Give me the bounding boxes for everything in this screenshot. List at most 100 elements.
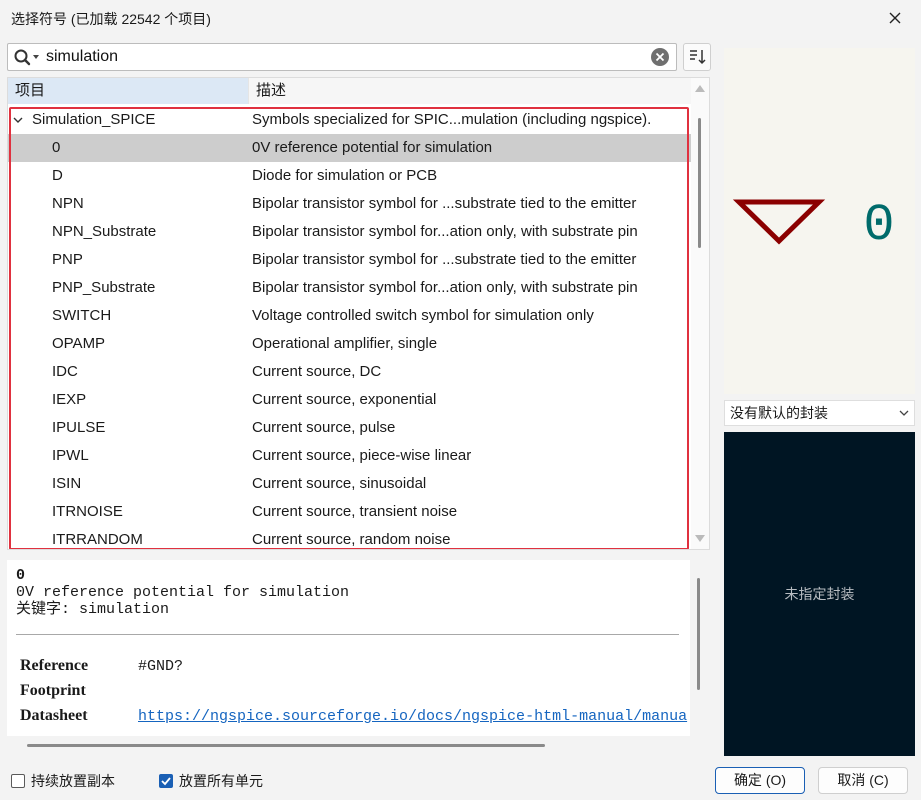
details-panel: 0 0V reference potential for simulation …	[7, 560, 690, 736]
symbol-row[interactable]: IEXP Current source, exponential	[8, 386, 691, 414]
symbol-row[interactable]: OPAMP Operational amplifier, single	[8, 330, 691, 358]
ok-button[interactable]: 确定 (O)	[715, 767, 805, 794]
symbol-description: Bipolar transistor symbol for ...substra…	[252, 251, 637, 268]
symbol-description: Current source, DC	[252, 363, 382, 380]
details-hscroll-thumb[interactable]	[27, 744, 545, 747]
symbol-description: Bipolar transistor symbol for ...substra…	[252, 195, 637, 212]
scroll-up-icon[interactable]	[695, 84, 705, 92]
symbol-description: Diode for simulation or PCB	[252, 167, 438, 184]
column-header-description[interactable]: 描述	[248, 78, 691, 104]
footprint-preview: 未指定封装	[724, 432, 915, 756]
chevron-down-icon[interactable]	[12, 114, 24, 126]
symbol-row[interactable]: IPWL Current source, piece-wise linear	[8, 442, 691, 470]
symbol-name: NPN_Substrate	[52, 223, 157, 240]
sort-icon[interactable]	[684, 44, 710, 70]
field-footprint: Footprint	[20, 682, 138, 700]
symbol-description: Bipolar transistor symbol for...ation on…	[252, 223, 638, 240]
datasheet-link[interactable]: https://ngspice.sourceforge.io/docs/ngsp…	[138, 708, 687, 725]
field-label-datasheet: Datasheet	[20, 707, 88, 724]
library-name: Simulation_SPICE	[32, 111, 156, 128]
sort-button[interactable]	[683, 43, 711, 71]
symbol-name: PNP	[52, 251, 83, 268]
symbol-row[interactable]: PNP Bipolar transistor symbol for ...subs…	[8, 246, 691, 274]
symbol-name: PNP_Substrate	[52, 279, 156, 296]
symbol-name: IEXP	[52, 391, 87, 408]
symbol-row[interactable]: NPN Bipolar transistor symbol for ...subs…	[8, 190, 691, 218]
symbol-row[interactable]: D Diode for simulation or PCB	[8, 162, 691, 190]
chevron-down-icon[interactable]	[899, 409, 909, 417]
search-input[interactable]	[46, 46, 636, 68]
symbol-preview: 0	[724, 48, 915, 394]
symbol-description: Current source, random noise	[252, 531, 451, 548]
symbol-description: Current source, sinusoidal	[252, 475, 427, 492]
clear-icon[interactable]	[650, 47, 670, 67]
field-datasheet: Datasheet https://ngspice.sourceforge.io/…	[20, 707, 687, 725]
footprint-select[interactable]: 没有默认的封装	[724, 400, 915, 426]
keep-placing-label: 持续放置副本	[31, 773, 115, 789]
symbol-description: Bipolar transistor symbol for...ation on…	[252, 279, 638, 296]
field-value-reference: #GND?	[138, 658, 184, 675]
symbol-row[interactable]: NPN_Substrate Bipolar transistor symbol f…	[8, 218, 691, 246]
symbol-tree[interactable]: 项目 描述 Simulation_SPICE Symbols specializ…	[7, 77, 710, 550]
symbol-row[interactable]: ISIN Current source, sinusoidal	[8, 470, 691, 498]
symbol-name: 0	[52, 139, 61, 156]
footprint-select-value: 没有默认的封装	[730, 405, 828, 421]
close-button[interactable]	[883, 6, 907, 30]
symbol-row[interactable]: ITRRANDOM Current source, random noise	[8, 526, 691, 549]
symbol-value-text: 0	[863, 196, 894, 255]
symbol-name: D	[52, 167, 63, 184]
clear-search-button[interactable]	[650, 47, 670, 67]
checkmark-icon	[161, 777, 171, 786]
symbol-row[interactable]: PNP_Substrate Bipolar transistor symbol f…	[8, 274, 691, 302]
library-row[interactable]: Simulation_SPICE Symbols specialized for…	[8, 106, 691, 134]
symbol-row[interactable]: IDC Current source, DC	[8, 358, 691, 386]
scroll-down-icon[interactable]	[695, 535, 705, 543]
details-divider	[16, 634, 679, 635]
symbol-name: SWITCH	[52, 307, 112, 324]
tree-scrollbar[interactable]	[691, 78, 709, 549]
symbol-description: Current source, exponential	[252, 391, 437, 408]
checkbox-box[interactable]	[159, 774, 173, 788]
title-bar: 选择符号 (已加载 22542 个项目)	[0, 0, 921, 36]
details-symbol-name: 0	[16, 567, 26, 584]
details-keywords: 关键字: simulation	[16, 601, 170, 618]
symbol-name: NPN	[52, 195, 84, 212]
library-description: Symbols specialized for SPIC...mulation …	[252, 111, 652, 128]
symbol-name: ISIN	[52, 475, 82, 492]
field-label-reference: Reference	[20, 657, 89, 674]
checkbox-box[interactable]	[11, 774, 25, 788]
field-reference: Reference #GND?	[20, 657, 183, 675]
symbol-name: IPULSE	[52, 419, 106, 436]
tree-header: 项目 描述	[8, 78, 691, 104]
symbol-description: Current source, pulse	[252, 419, 396, 436]
details-vscroll-thumb[interactable]	[697, 578, 700, 690]
close-icon[interactable]	[883, 6, 907, 30]
field-label-footprint: Footprint	[20, 682, 86, 699]
symbol-description: Voltage controlled switch symbol for sim…	[252, 307, 594, 324]
symbol-name: IPWL	[52, 447, 89, 464]
search-options-button[interactable]	[13, 48, 43, 68]
symbol-description: 0V reference potential for simulation	[252, 139, 493, 156]
symbol-row[interactable]: IPULSE Current source, pulse	[8, 414, 691, 442]
footprint-unassigned-message: 未指定封装	[784, 586, 855, 602]
details-description: 0V reference potential for simulation	[16, 584, 350, 601]
tree-rows: Simulation_SPICE Symbols specialized for…	[8, 106, 691, 549]
ground-symbol-icon: 0	[732, 196, 895, 255]
symbol-description: Current source, piece-wise linear	[252, 447, 472, 464]
symbol-description: Operational amplifier, single	[252, 335, 438, 352]
place-all-units-label: 放置所有单元	[179, 773, 263, 789]
symbol-row[interactable]: 0 0V reference potential for simulation	[8, 134, 691, 162]
symbol-name: ITRRANDOM	[52, 531, 143, 548]
cancel-button[interactable]: 取消 (C)	[818, 767, 908, 794]
search-box[interactable]	[7, 43, 677, 71]
keep-placing-checkbox[interactable]: 持续放置副本	[11, 772, 115, 790]
symbol-name: IDC	[52, 363, 78, 380]
symbol-name: OPAMP	[52, 335, 106, 352]
place-all-units-checkbox[interactable]: 放置所有单元	[159, 772, 263, 790]
tree-scrollbar-thumb[interactable]	[698, 118, 701, 248]
column-header-name[interactable]: 项目	[8, 78, 248, 104]
search-icon[interactable]	[13, 48, 43, 68]
window-title: 选择符号 (已加载 22542 个项目)	[11, 11, 211, 27]
symbol-row[interactable]: SWITCH Voltage controlled switch symbol f…	[8, 302, 691, 330]
symbol-row[interactable]: ITRNOISE Current source, transient noise	[8, 498, 691, 526]
